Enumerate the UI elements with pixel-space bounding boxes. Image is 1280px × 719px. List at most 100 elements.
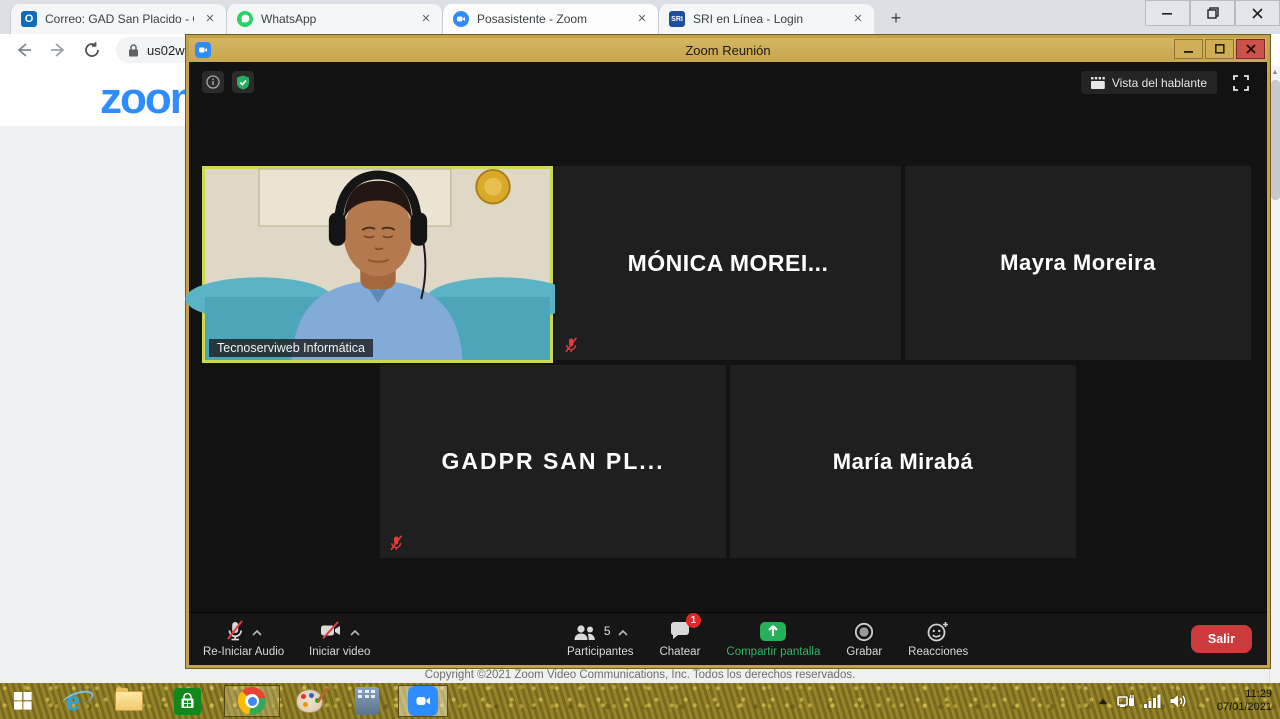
zoom-close-button[interactable] xyxy=(1236,39,1265,59)
microsoft-store-icon[interactable] xyxy=(170,687,204,715)
tab-title: Correo: GAD San Placido - Outlo xyxy=(45,12,194,26)
zoom-icon xyxy=(453,11,469,27)
mic-muted-icon xyxy=(225,620,245,642)
participants-button[interactable]: 5 Participantes xyxy=(567,620,633,658)
participant-name: GADPR SAN PL... xyxy=(442,448,665,475)
tab-title: WhatsApp xyxy=(261,12,410,26)
scrollbar-thumb[interactable] xyxy=(1271,80,1280,200)
tile-gadpr-san-placido[interactable]: GADPR SAN PL... xyxy=(380,365,726,558)
muted-mic-icon xyxy=(389,535,403,551)
page-footer-copyright: Copyright ©2021 Zoom Video Communication… xyxy=(0,669,1280,681)
share-screen-icon xyxy=(759,621,787,642)
zoom-meeting-window: Zoom Reunión Vista del hablante xyxy=(186,35,1270,668)
audio-options-caret-icon[interactable] xyxy=(252,630,262,636)
tab-title: Posasistente - Zoom xyxy=(477,12,626,26)
camera-muted-icon xyxy=(319,620,343,642)
forward-icon[interactable] xyxy=(48,40,68,60)
meeting-toolbar: Re-Iniciar Audio Iniciar video 5 Partici… xyxy=(189,612,1267,665)
shield-check-icon xyxy=(236,75,250,90)
whatsapp-icon xyxy=(237,11,253,27)
back-icon[interactable] xyxy=(14,40,34,60)
record-icon xyxy=(854,622,874,642)
zoom-minimize-button[interactable] xyxy=(1174,39,1203,59)
tab-title: SRI en Línea - Login xyxy=(693,12,842,26)
muted-mic-icon xyxy=(564,337,578,353)
windows-taskbar: e xyxy=(0,683,1280,719)
speaker-view-label: Vista del hablante xyxy=(1112,76,1207,90)
record-button[interactable]: Grabar xyxy=(846,620,882,658)
browser-close-button[interactable] xyxy=(1235,0,1280,26)
file-explorer-icon[interactable] xyxy=(112,687,146,715)
signal-bars-icon[interactable] xyxy=(1144,694,1161,708)
tab-sri[interactable]: SRI SRI en Línea - Login ✕ xyxy=(658,4,874,34)
browser-minimize-button[interactable] xyxy=(1145,0,1190,26)
participants-count: 5 xyxy=(604,624,611,638)
tab-close-icon[interactable]: ✕ xyxy=(418,11,434,27)
tray-expand-icon[interactable] xyxy=(1098,698,1108,705)
browser-tab-strip: O Correo: GAD San Placido - Outlo ✕ What… xyxy=(0,0,1280,34)
zoom-taskbar-icon[interactable] xyxy=(406,687,440,715)
chat-button[interactable]: 1 Chatear xyxy=(659,620,700,658)
reactions-icon xyxy=(927,621,949,642)
participant-name: MÓNICA MOREI... xyxy=(628,250,829,277)
chat-label: Chatear xyxy=(659,646,700,658)
paint-icon[interactable] xyxy=(292,687,326,715)
reactions-label: Reacciones xyxy=(908,646,968,658)
tab-close-icon[interactable]: ✕ xyxy=(634,11,650,27)
tray-date: 07/01/2021 xyxy=(1196,701,1272,714)
tab-close-icon[interactable]: ✕ xyxy=(202,11,218,27)
participants-caret-icon[interactable] xyxy=(618,630,628,636)
scrollbar-up-icon[interactable]: ▲ xyxy=(1270,66,1280,79)
share-screen-label: Compartir pantalla xyxy=(726,646,820,658)
audio-button-label: Re-Iniciar Audio xyxy=(203,646,284,658)
tray-time: 11:29 xyxy=(1196,688,1272,701)
tile-mayra-moreira[interactable]: Mayra Moreira xyxy=(905,166,1251,360)
zoom-maximize-button[interactable] xyxy=(1205,39,1234,59)
share-screen-button[interactable]: Compartir pantalla xyxy=(726,620,820,658)
tile-maria-miraba[interactable]: María Mirabá xyxy=(730,365,1076,558)
meeting-area: Vista del hablante xyxy=(189,62,1267,665)
fullscreen-icon[interactable] xyxy=(1233,75,1249,91)
browser-restore-button[interactable] xyxy=(1190,0,1235,26)
tab-zoom[interactable]: Posasistente - Zoom ✕ xyxy=(442,4,658,34)
sri-icon: SRI xyxy=(669,11,685,27)
participant-name: Mayra Moreira xyxy=(1000,250,1156,276)
participant-name-label: Tecnoserviweb Informática xyxy=(209,339,373,357)
webcam-video xyxy=(205,169,550,360)
tab-whatsapp[interactable]: WhatsApp ✕ xyxy=(226,4,442,34)
start-button[interactable] xyxy=(6,687,40,715)
participants-label: Participantes xyxy=(567,646,633,658)
tile-monica-moreira[interactable]: MÓNICA MOREI... xyxy=(555,166,901,360)
video-button[interactable]: Iniciar video xyxy=(309,620,370,658)
info-icon xyxy=(206,75,220,89)
calculator-icon[interactable] xyxy=(350,687,384,715)
browser-scrollbar[interactable]: ▲ xyxy=(1269,66,1280,683)
view-grid-icon xyxy=(1091,77,1105,89)
reload-icon[interactable] xyxy=(82,40,102,60)
new-tab-button[interactable]: + xyxy=(882,5,910,33)
chat-badge: 1 xyxy=(686,613,701,628)
tab-outlook[interactable]: O Correo: GAD San Placido - Outlo ✕ xyxy=(10,4,226,34)
participants-icon xyxy=(573,624,597,642)
meeting-info-button[interactable] xyxy=(202,71,224,93)
zoom-title-bar[interactable]: Zoom Reunión xyxy=(189,38,1267,62)
tab-close-icon[interactable]: ✕ xyxy=(850,11,866,27)
video-button-label: Iniciar video xyxy=(309,646,370,658)
internet-explorer-icon[interactable]: e xyxy=(56,687,90,715)
outlook-icon: O xyxy=(21,11,37,27)
volume-icon[interactable] xyxy=(1170,694,1187,708)
network-icon[interactable] xyxy=(1117,694,1135,709)
lock-icon xyxy=(128,44,139,57)
speaker-view-button[interactable]: Vista del hablante xyxy=(1081,71,1217,94)
reactions-button[interactable]: Reacciones xyxy=(908,620,968,658)
leave-meeting-button[interactable]: Salir xyxy=(1191,625,1252,653)
tray-clock[interactable]: 11:29 07/01/2021 xyxy=(1196,688,1272,714)
meeting-encryption-button[interactable] xyxy=(232,71,254,93)
record-label: Grabar xyxy=(846,646,882,658)
audio-button[interactable]: Re-Iniciar Audio xyxy=(203,620,284,658)
participant-name: María Mirabá xyxy=(833,449,974,475)
video-tile-tecnoserviweb[interactable]: Tecnoserviweb Informática xyxy=(202,166,553,363)
window-title: Zoom Reunión xyxy=(189,43,1267,58)
chrome-taskbar-icon[interactable] xyxy=(235,687,269,715)
video-options-caret-icon[interactable] xyxy=(350,630,360,636)
